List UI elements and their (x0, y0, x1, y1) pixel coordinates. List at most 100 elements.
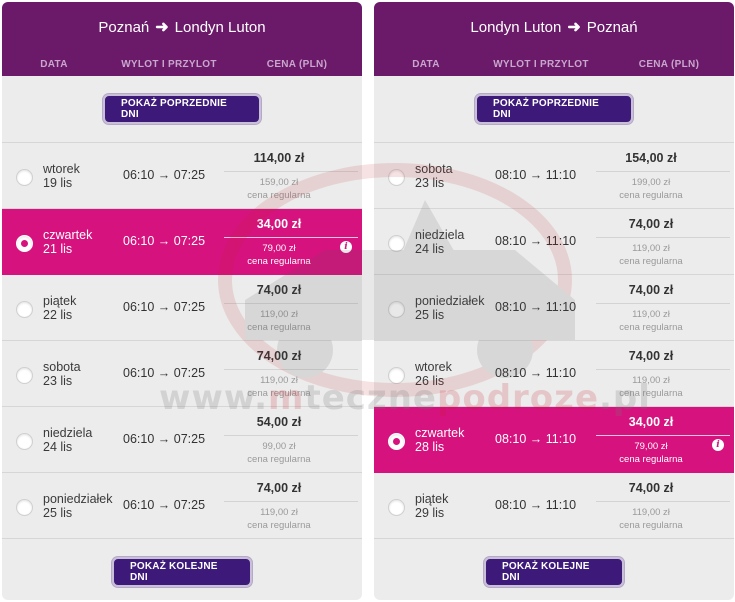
flight-row[interactable]: niedziela 24 lis 06:10 → 07:25 54,00 zł 99,0… (2, 407, 362, 473)
date-label: 25 lis (43, 506, 73, 520)
arrow-icon: → (157, 168, 171, 182)
price-value: 74,00 zł (256, 349, 302, 363)
flight-row[interactable]: sobota 23 lis 08:10 → 11:10 154,00 zł 199,00… (374, 143, 734, 209)
radio-button[interactable] (16, 169, 33, 186)
weekday-label: czwartek (415, 426, 465, 440)
show-previous-days-button[interactable]: POKAŻ POPRZEDNIE DNI (103, 94, 261, 124)
price-value: 34,00 zł (628, 415, 674, 429)
flight-row[interactable]: niedziela 24 lis 08:10 → 11:10 74,00 zł 119,… (374, 209, 734, 275)
regular-price-value: 119,00 zł (260, 507, 298, 518)
price-divider (596, 501, 730, 502)
return-flight-list: sobota 23 lis 08:10 → 11:10 154,00 zł 199,00… (374, 142, 734, 539)
flight-row[interactable]: sobota 23 lis 06:10 → 07:25 74,00 zł 119,00 … (2, 341, 362, 407)
flight-times: 08:10 → 11:10 (495, 234, 576, 248)
info-icon[interactable]: i (340, 241, 352, 253)
weekday-label: niedziela (415, 228, 465, 242)
arrow-icon: → (157, 234, 171, 248)
arrival-time: 11:10 (545, 234, 577, 248)
column-headers: DATA WYLOT I PRZYLOT CENA (PLN) (374, 52, 734, 76)
weekday-label: piątek (43, 294, 77, 308)
arrow-icon: → (529, 366, 543, 380)
radio-button[interactable] (16, 301, 33, 318)
arrival-time: 07:25 (173, 234, 206, 248)
flight-row[interactable]: czwartek 28 lis 08:10 → 11:10 34,00 zł 79,00… (374, 407, 734, 473)
departure-time: 06:10 (123, 498, 155, 512)
regular-price-value: 119,00 zł (632, 243, 670, 254)
regular-price-label: cena regularna (619, 322, 683, 333)
flight-date: sobota 23 lis (43, 360, 81, 388)
arrival-time: 11:10 (545, 498, 577, 512)
info-icon[interactable]: i (712, 439, 724, 451)
price-cell: 54,00 zł 99,00 zł cena regularna (224, 407, 358, 473)
weekday-label: piątek (415, 492, 449, 506)
date-label: 25 lis (415, 308, 445, 322)
arrow-icon: → (157, 432, 171, 446)
arrival-time: 07:25 (173, 432, 206, 446)
return-route-title: Londyn Luton ➜ Poznań (374, 2, 734, 52)
show-previous-days-button[interactable]: POKAŻ POPRZEDNIE DNI (475, 94, 633, 124)
price-divider (224, 369, 358, 370)
price-divider (224, 435, 358, 436)
regular-price-label: cena regularna (619, 256, 683, 267)
flight-date: sobota 23 lis (415, 162, 453, 190)
flight-times: 06:10 → 07:25 (123, 432, 205, 446)
price-value: 74,00 zł (628, 349, 674, 363)
arrow-right-icon: ➜ (155, 19, 169, 36)
radio-button[interactable] (16, 235, 33, 252)
arrow-icon: → (157, 498, 171, 512)
radio-button[interactable] (16, 367, 33, 384)
date-label: 22 lis (43, 308, 73, 322)
price-cell: 34,00 zł 79,00 zł cena regularna i (596, 407, 730, 473)
flight-times: 08:10 → 11:10 (495, 300, 576, 314)
flight-row[interactable]: wtorek 26 lis 08:10 → 11:10 74,00 zł 119,00 … (374, 341, 734, 407)
flight-row[interactable]: piątek 29 lis 08:10 → 11:10 74,00 zł 119,00 … (374, 473, 734, 539)
departure-time: 08:10 (495, 432, 527, 446)
arrival-time: 11:10 (545, 168, 577, 182)
radio-button[interactable] (16, 433, 33, 450)
flight-row[interactable]: wtorek 19 lis 06:10 → 07:25 114,00 zł 159,00… (2, 143, 362, 209)
arrival-time: 11:10 (545, 432, 577, 446)
show-next-days-button[interactable]: POKAŻ KOLEJNE DNI (112, 557, 252, 587)
show-next-days-button[interactable]: POKAŻ KOLEJNE DNI (484, 557, 624, 587)
flight-times: 08:10 → 11:10 (495, 498, 576, 512)
price-divider (224, 237, 358, 238)
price-divider (596, 369, 730, 370)
regular-price-value: 79,00 zł (634, 441, 668, 452)
departure-time: 06:10 (123, 300, 155, 314)
price-value: 74,00 zł (628, 283, 674, 297)
flight-times: 08:10 → 11:10 (495, 432, 576, 446)
flight-date: wtorek 19 lis (43, 162, 80, 190)
flight-times: 06:10 → 07:25 (123, 234, 205, 248)
price-divider (596, 171, 730, 172)
departure-time: 06:10 (123, 432, 155, 446)
column-header-flight: WYLOT I PRZYLOT (493, 58, 589, 70)
price-cell: 154,00 zł 199,00 zł cena regularna (596, 143, 730, 209)
next-days-zone: POKAŻ KOLEJNE DNI (2, 539, 362, 600)
departure-time: 06:10 (123, 234, 155, 248)
radio-button[interactable] (388, 301, 405, 318)
outbound-flight-list: wtorek 19 lis 06:10 → 07:25 114,00 zł 159,00… (2, 142, 362, 539)
flight-date: poniedziałek 25 lis (415, 294, 485, 322)
radio-button[interactable] (388, 169, 405, 186)
radio-button[interactable] (388, 235, 405, 252)
price-divider (596, 435, 730, 436)
weekday-label: poniedziałek (43, 492, 113, 506)
flight-times: 08:10 → 11:10 (495, 168, 576, 182)
flight-row[interactable]: poniedziałek 25 lis 08:10 → 11:10 74,00 zł 1… (374, 275, 734, 341)
arrow-right-icon: ➜ (567, 19, 581, 36)
weekday-label: poniedziałek (415, 294, 485, 308)
price-cell: 34,00 zł 79,00 zł cena regularna i (224, 209, 358, 275)
radio-button[interactable] (16, 499, 33, 516)
radio-button[interactable] (388, 499, 405, 516)
regular-price-label: cena regularna (247, 322, 311, 333)
outbound-route-title: Poznań ➜ Londyn Luton (2, 2, 362, 52)
flight-times: 06:10 → 07:25 (123, 168, 205, 182)
radio-button[interactable] (388, 433, 405, 450)
flight-row[interactable]: piątek 22 lis 06:10 → 07:25 74,00 zł 119,00 … (2, 275, 362, 341)
flight-row[interactable]: czwartek 21 lis 06:10 → 07:25 34,00 zł 79,00… (2, 209, 362, 275)
weekday-label: wtorek (415, 360, 452, 374)
flight-row[interactable]: poniedziałek 25 lis 06:10 → 07:25 74,00 zł 1… (2, 473, 362, 539)
radio-button[interactable] (388, 367, 405, 384)
flight-date: niedziela 24 lis (43, 426, 92, 454)
regular-price-value: 119,00 zł (632, 375, 670, 386)
